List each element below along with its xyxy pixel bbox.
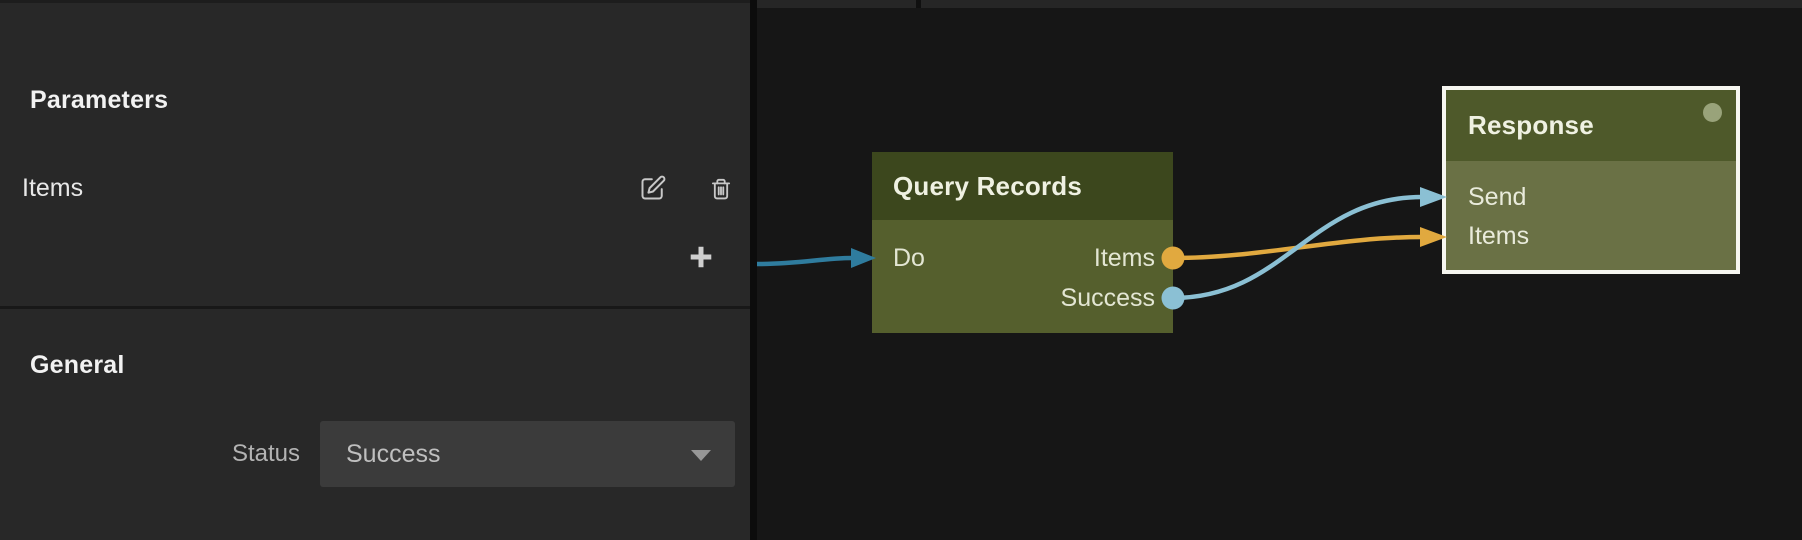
wire-input-to-do[interactable] bbox=[757, 248, 876, 268]
input-port-label-items: Items bbox=[1468, 216, 1529, 256]
status-field-row: Status Success bbox=[0, 421, 750, 487]
panel-canvas-separator bbox=[750, 0, 757, 540]
node-header: Response bbox=[1446, 90, 1736, 161]
section-divider bbox=[0, 306, 750, 309]
pencil-square-icon bbox=[639, 174, 667, 202]
output-port-label-items: Items bbox=[1094, 238, 1155, 278]
status-field-label: Status bbox=[0, 421, 300, 487]
edit-parameter-button[interactable] bbox=[637, 172, 669, 204]
wire-items-to-items[interactable] bbox=[1162, 227, 1448, 270]
status-dropdown-value: Success bbox=[346, 421, 440, 487]
general-section-heading: General bbox=[30, 351, 125, 379]
tab-bar-edge bbox=[757, 0, 1802, 8]
flow-canvas[interactable]: Query Records Do Items Success Response … bbox=[757, 0, 1802, 540]
input-port-label-do: Do bbox=[893, 238, 925, 278]
add-parameter-button[interactable] bbox=[686, 242, 716, 272]
trash-icon bbox=[708, 176, 734, 202]
parameter-name-label: Items bbox=[22, 166, 83, 210]
node-query-records[interactable]: Query Records Do Items Success bbox=[872, 152, 1173, 333]
plus-icon bbox=[688, 244, 714, 270]
node-response[interactable]: Response Send Items bbox=[1442, 86, 1740, 274]
delete-parameter-button[interactable] bbox=[706, 174, 736, 204]
node-title: Response bbox=[1468, 90, 1594, 161]
node-body: Send Items bbox=[1446, 161, 1736, 270]
node-header: Query Records bbox=[872, 152, 1173, 220]
output-port-label-success: Success bbox=[1061, 278, 1155, 318]
tab-divider bbox=[916, 0, 921, 8]
parameter-row: Items bbox=[0, 166, 750, 210]
app-root: Parameters Items bbox=[0, 0, 1802, 540]
output-port-success[interactable] bbox=[1162, 287, 1185, 310]
output-port-items[interactable] bbox=[1162, 247, 1185, 270]
chevron-down-icon bbox=[691, 450, 711, 461]
node-body: Do Items Success bbox=[872, 220, 1173, 333]
properties-panel: Parameters Items bbox=[0, 0, 750, 540]
input-port-label-send: Send bbox=[1468, 177, 1526, 217]
node-status-dot bbox=[1703, 103, 1722, 122]
parameters-section-heading: Parameters bbox=[30, 86, 168, 114]
status-dropdown[interactable]: Success bbox=[320, 421, 735, 487]
node-title: Query Records bbox=[893, 152, 1082, 220]
